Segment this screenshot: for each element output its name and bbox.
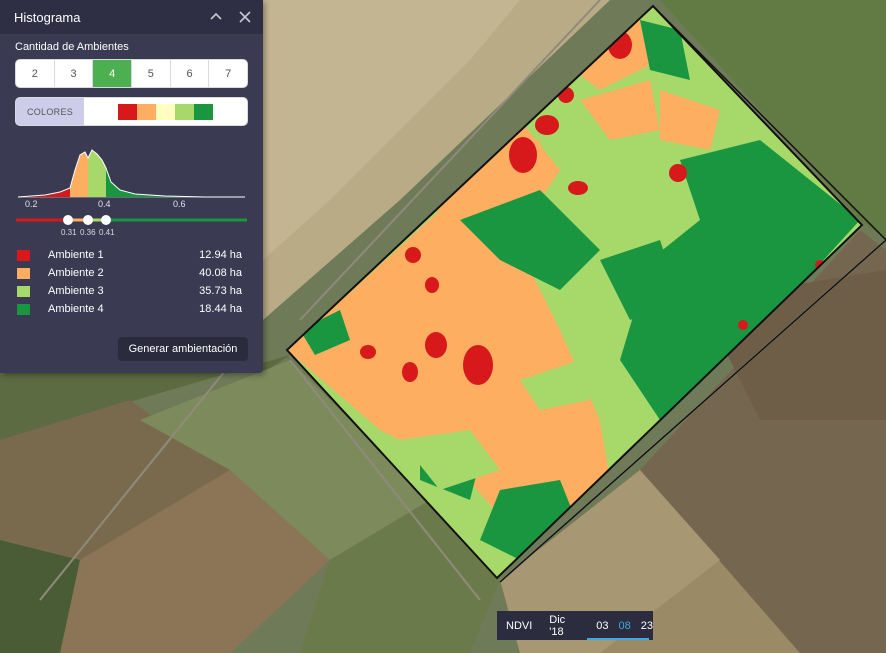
palette-swatch — [194, 103, 213, 120]
histogram-segment-ambiente-3 — [88, 150, 106, 197]
panel-title: Histograma — [14, 9, 81, 25]
layer-selector[interactable]: NDVI — [506, 620, 532, 632]
histogram-curve — [17, 149, 245, 198]
histogram-tick: 0.6 — [173, 199, 186, 209]
histogram-segment-ambiente-1 — [18, 188, 70, 197]
legend-swatch — [17, 285, 30, 297]
generate-zoning-button[interactable]: Generar ambientación — [118, 337, 248, 361]
zone-legend: Ambiente 1 12.94 ha Ambiente 2 40.08 ha … — [17, 246, 242, 318]
zone-count-selector: 2 3 4 5 6 7 — [15, 59, 248, 88]
palette-swatch — [156, 103, 175, 120]
legend-swatch — [17, 249, 30, 261]
legend-item: Ambiente 3 35.73 ha — [17, 282, 242, 300]
month-selector[interactable]: Dic '18 — [549, 614, 582, 638]
legend-swatch — [17, 303, 30, 315]
colors-label: COLORES — [16, 98, 84, 125]
histogram-panel: Histograma Cantidad de Ambientes 2 3 4 5… — [0, 0, 263, 373]
palette-swatch — [118, 103, 137, 120]
threshold-value-3: 0.41 — [99, 228, 115, 237]
zone-area: 40.08 ha — [199, 267, 242, 279]
zone-option-2[interactable]: 2 — [16, 60, 55, 87]
chevron-up-icon[interactable] — [207, 8, 225, 26]
histogram-segment-ambiente-4 — [106, 168, 245, 197]
panel-header: Histograma — [0, 0, 263, 34]
threshold-handle-2[interactable] — [83, 215, 93, 225]
ndvi-histogram: 0.2 0.4 0.6 0.31 0.36 0.41 — [15, 140, 248, 240]
zone-option-4[interactable]: 4 — [93, 60, 133, 87]
legend-swatch — [17, 267, 30, 279]
zone-count-label: Cantidad de Ambientes — [15, 41, 129, 53]
zone-area: 35.73 ha — [199, 285, 242, 297]
threshold-value-1: 0.31 — [61, 228, 77, 237]
zone-option-5[interactable]: 5 — [132, 60, 171, 87]
imagery-date-bar: NDVI Dic '18 03 08 23 — [497, 611, 653, 640]
palette-swatch — [175, 103, 194, 120]
zone-area: 18.44 ha — [199, 303, 242, 315]
day-option[interactable]: 23 — [641, 620, 653, 632]
zone-name: Ambiente 3 — [48, 285, 104, 297]
palette-swatch — [137, 103, 156, 120]
threshold-handle-3[interactable] — [101, 215, 111, 225]
threshold-value-2: 0.36 — [80, 228, 96, 237]
histogram-tick: 0.4 — [98, 199, 111, 209]
zone-option-3[interactable]: 3 — [55, 60, 94, 87]
histogram-tick: 0.2 — [25, 199, 38, 209]
zone-name: Ambiente 2 — [48, 267, 104, 279]
zone-name: Ambiente 4 — [48, 303, 104, 315]
palette-swatches — [84, 98, 247, 125]
legend-item: Ambiente 1 12.94 ha — [17, 246, 242, 264]
color-palette-selector[interactable]: COLORES — [15, 97, 248, 126]
zone-option-6[interactable]: 6 — [171, 60, 210, 87]
histogram-chart — [16, 149, 247, 225]
legend-item: Ambiente 4 18.44 ha — [17, 300, 242, 318]
zone-option-7[interactable]: 7 — [209, 60, 247, 87]
zone-area: 12.94 ha — [199, 249, 242, 261]
zone-name: Ambiente 1 — [48, 249, 104, 261]
day-option[interactable]: 03 — [596, 620, 608, 632]
legend-item: Ambiente 2 40.08 ha — [17, 264, 242, 282]
day-selection-indicator — [587, 638, 649, 640]
close-icon[interactable] — [236, 8, 254, 26]
day-option-active[interactable]: 08 — [619, 620, 631, 632]
threshold-handle-1[interactable] — [63, 215, 73, 225]
